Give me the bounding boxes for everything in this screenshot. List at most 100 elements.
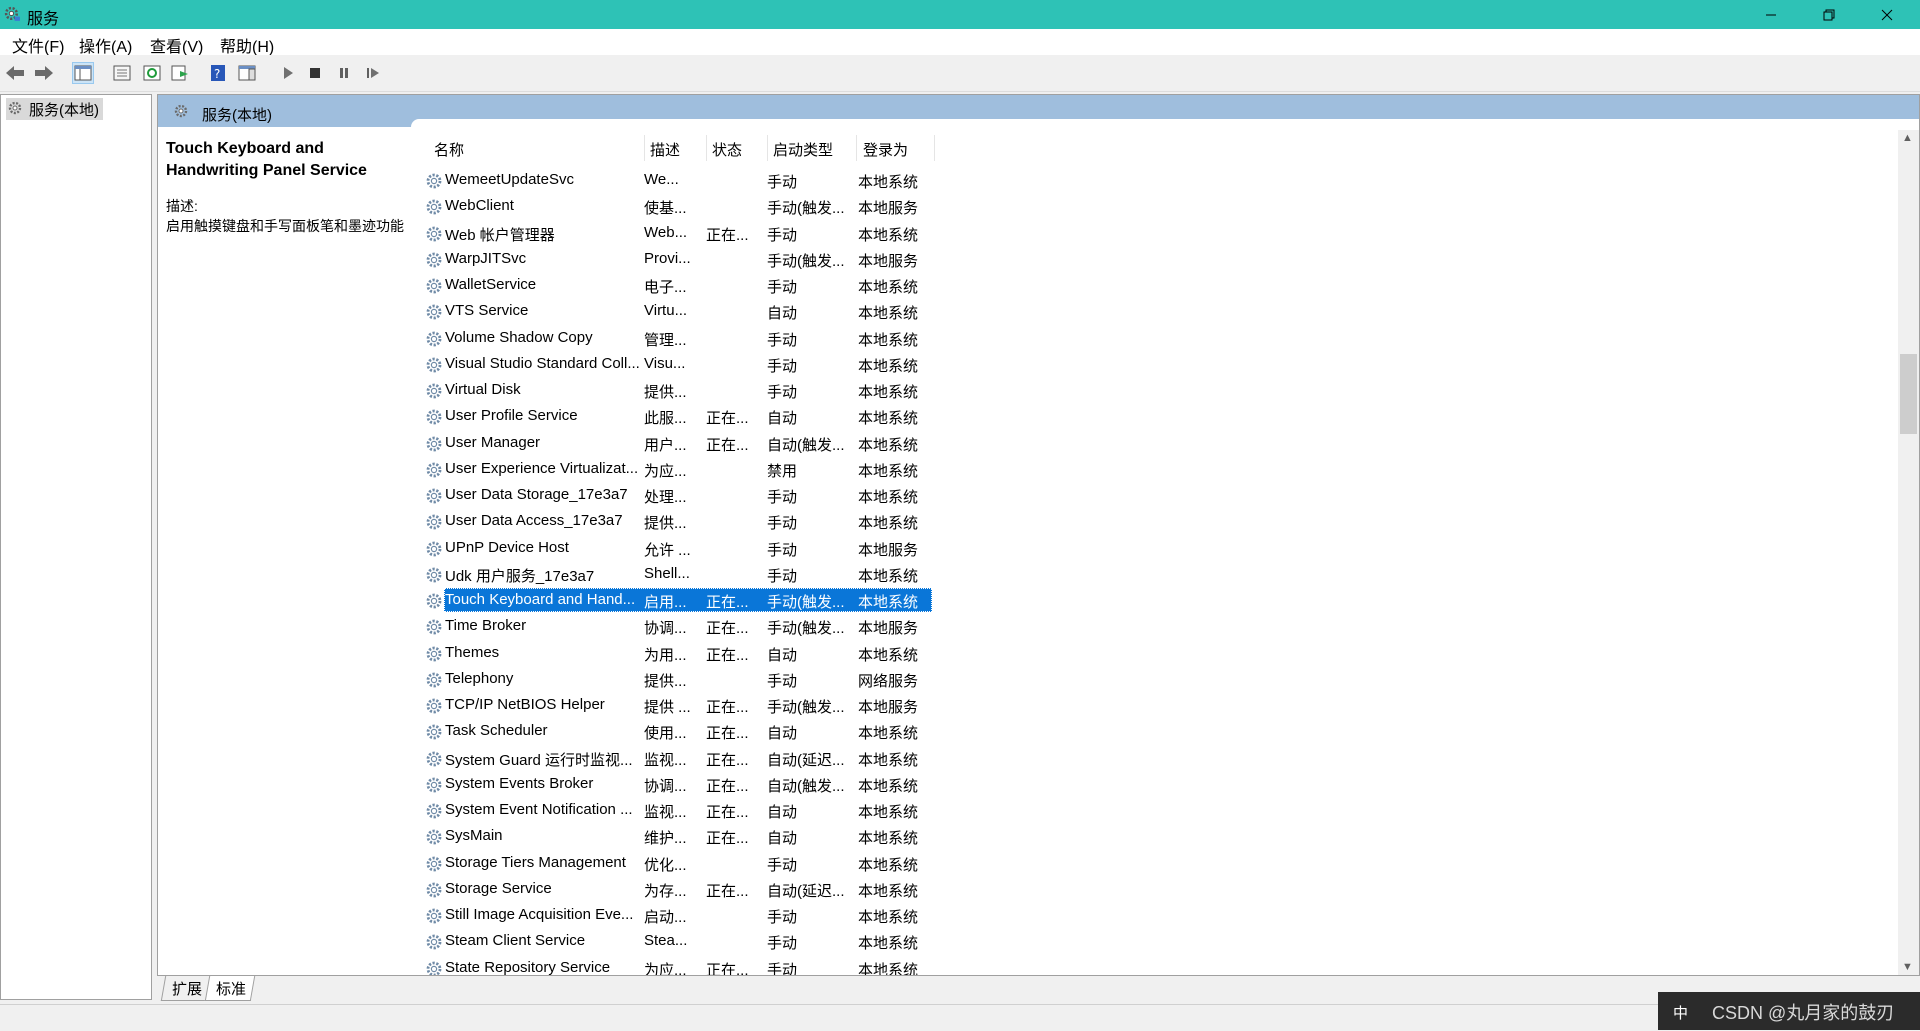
service-log-on-as: 本地系统 — [858, 515, 919, 533]
table-row[interactable]: Storage Service 为存... 正在... 自动(延迟... 本地系统 — [422, 876, 1082, 902]
service-status: 正在... — [706, 751, 749, 769]
properties-button[interactable] — [111, 62, 133, 84]
table-row[interactable]: Steam Client Service Stea... 手动 本地系统 — [422, 928, 1082, 954]
table-row[interactable]: State Repository Service 为应... 正在... 手动 本地系统 — [422, 955, 1082, 975]
service-log-on-as: 网络服务 — [858, 672, 919, 690]
service-log-on-as: 本地系统 — [858, 567, 919, 585]
service-status: 正在... — [706, 436, 749, 454]
services-pane: 服务(本地) Touch Keyboard and Handwriting Pa… — [157, 94, 1920, 976]
column-header-name[interactable]: 名称 — [434, 139, 464, 161]
table-row[interactable]: Touch Keyboard and Hand... 启用... 正在... 手动(触… — [422, 587, 1082, 613]
service-log-on-as: 本地服务 — [858, 620, 919, 638]
column-divider[interactable] — [856, 135, 857, 161]
scrollbar-thumb[interactable] — [1900, 354, 1917, 434]
menu-view[interactable]: 查看(V) — [150, 33, 203, 57]
table-row[interactable]: Telephony 提供... 手动 网络服务 — [422, 666, 1082, 692]
column-divider[interactable] — [934, 135, 935, 161]
close-button[interactable] — [1858, 0, 1916, 29]
table-row[interactable]: WemeetUpdateSvc We... 手动 本地系统 — [422, 167, 1082, 193]
table-row[interactable]: Themes 为用... 正在... 自动 本地系统 — [422, 640, 1082, 666]
table-row[interactable]: Udk 用户服务_17e3a7 Shell... 手动 本地系统 — [422, 561, 1082, 587]
restart-service-button[interactable] — [362, 62, 384, 84]
description-label: 描述: — [166, 198, 198, 214]
tab-standard[interactable]: 标准 — [204, 976, 256, 1001]
export-list-button[interactable] — [169, 62, 191, 84]
table-row[interactable]: TCP/IP NetBIOS Helper 提供 ... 正在... 手动(触发...… — [422, 692, 1082, 718]
tab-extended-label: 扩展 — [172, 981, 203, 998]
menu-help[interactable]: 帮助(H) — [220, 33, 274, 57]
table-row[interactable]: User Profile Service 此服... 正在... 自动 本地系统 — [422, 403, 1082, 429]
title-bar: 服务 — [0, 0, 1920, 29]
back-button[interactable] — [4, 62, 26, 84]
ime-indicator[interactable]: 中 — [1673, 1002, 1688, 1023]
pane-title: 服务(本地) — [202, 107, 272, 124]
table-row[interactable]: User Experience Virtualizat... 为应... 禁用 本地系… — [422, 456, 1082, 482]
watermark: CSDN @丸月家的鼓刃 — [1712, 1003, 1895, 1023]
service-status: 正在... — [706, 594, 749, 611]
service-startup-type: 自动 — [767, 646, 798, 664]
table-row[interactable]: User Data Storage_17e3a7 处理... 手动 本地系统 — [422, 482, 1082, 508]
table-row[interactable]: User Data Access_17e3a7 提供... 手动 本地系统 — [422, 508, 1082, 534]
show-console-tree-button[interactable] — [72, 62, 94, 84]
minimize-button[interactable] — [1742, 0, 1800, 29]
service-startup-type: 手动 — [767, 279, 798, 296]
column-divider[interactable] — [767, 135, 768, 161]
menu-file[interactable]: 文件(F) — [12, 33, 64, 57]
column-header-startup-type[interactable]: 启动类型 — [773, 139, 833, 161]
table-row[interactable]: SysMain 维护... 正在... 自动 本地系统 — [422, 823, 1082, 849]
restore-button[interactable] — [1800, 0, 1858, 29]
column-divider[interactable] — [644, 135, 645, 161]
close-icon — [1881, 9, 1893, 20]
service-log-on-as: 本地服务 — [858, 699, 919, 716]
service-log-on-as: 本地系统 — [858, 725, 919, 743]
table-row[interactable]: Task Scheduler 使用... 正在... 自动 本地系统 — [422, 718, 1082, 744]
scroll-up-arrow-icon[interactable]: ▲ — [1902, 132, 1913, 144]
forward-button[interactable] — [33, 62, 55, 84]
help-button[interactable]: ? — [207, 62, 229, 84]
table-row[interactable]: VTS Service Virtu... 自动 本地系统 — [422, 298, 1082, 324]
table-row[interactable]: System Guard 运行时监视... 监视... 正在... 自动(延迟... 本… — [422, 745, 1082, 771]
stop-service-button[interactable] — [304, 62, 326, 84]
table-row[interactable]: Still Image Acquisition Eve... 启动... 手动 本地系… — [422, 902, 1082, 928]
table-row[interactable]: Web 帐户管理器 Web... 正在... 手动 本地系统 — [422, 220, 1082, 246]
table-row[interactable]: WalletService 电子... 手动 本地系统 — [422, 272, 1082, 298]
table-row[interactable]: System Event Notification ... 监视... 正在... 自… — [422, 797, 1082, 823]
export-icon — [171, 65, 188, 81]
show-action-pane-button[interactable] — [236, 62, 258, 84]
table-row[interactable]: WebClient 使基... 手动(触发... 本地服务 — [422, 193, 1082, 219]
tree-item-services-local[interactable]: 服务(本地) — [6, 98, 103, 120]
table-row[interactable]: Storage Tiers Management 优化... 手动 本地系统 — [422, 850, 1082, 876]
column-header-log-on-as[interactable]: 登录为 — [863, 139, 908, 161]
table-row[interactable]: System Events Broker 协调... 正在... 自动(触发... 本地… — [422, 771, 1082, 797]
scroll-down-arrow-icon[interactable]: ▼ — [1902, 961, 1913, 973]
service-startup-type: 自动 — [767, 725, 798, 743]
table-row[interactable]: UPnP Device Host 允许 ... 手动 本地服务 — [422, 535, 1082, 561]
table-row[interactable]: Time Broker 协调... 正在... 手动(触发... 本地服务 — [422, 613, 1082, 639]
vertical-scrollbar[interactable]: ▲ ▼ — [1898, 130, 1919, 975]
pause-service-button[interactable] — [333, 62, 355, 84]
menu-action[interactable]: 操作(A) — [79, 33, 132, 57]
table-row[interactable]: Volume Shadow Copy 管理... 手动 本地系统 — [422, 325, 1082, 351]
column-divider[interactable] — [706, 135, 707, 161]
service-status: 正在... — [706, 882, 749, 900]
refresh-button[interactable] — [141, 62, 163, 84]
start-service-button[interactable] — [277, 62, 299, 84]
table-row[interactable]: Virtual Disk 提供... 手动 本地系统 — [422, 377, 1082, 403]
service-startup-type: 自动 — [767, 804, 798, 821]
service-name: Telephony — [445, 669, 514, 687]
column-header-status[interactable]: 状态 — [712, 139, 742, 161]
service-startup-type: 手动 — [767, 226, 798, 244]
service-description: 为应... — [644, 462, 687, 480]
service-gear-icon — [426, 961, 442, 975]
service-description: Shell... — [644, 564, 690, 582]
table-row[interactable]: WarpJITSvc Provi... 手动(触发... 本地服务 — [422, 246, 1082, 272]
service-description: 用户... — [644, 436, 687, 454]
table-row[interactable]: User Manager 用户... 正在... 自动(触发... 本地系统 — [422, 430, 1082, 456]
tree-item-label: 服务(本地) — [29, 101, 99, 119]
service-gear-icon — [426, 751, 442, 766]
service-status: 正在... — [706, 646, 749, 664]
tab-extended[interactable]: 扩展 — [160, 976, 212, 1001]
table-row[interactable]: Visual Studio Standard Coll... Visu... 手动 本… — [422, 351, 1082, 377]
service-startup-type: 手动(触发... — [767, 252, 845, 270]
column-header-description[interactable]: 描述 — [650, 139, 680, 161]
